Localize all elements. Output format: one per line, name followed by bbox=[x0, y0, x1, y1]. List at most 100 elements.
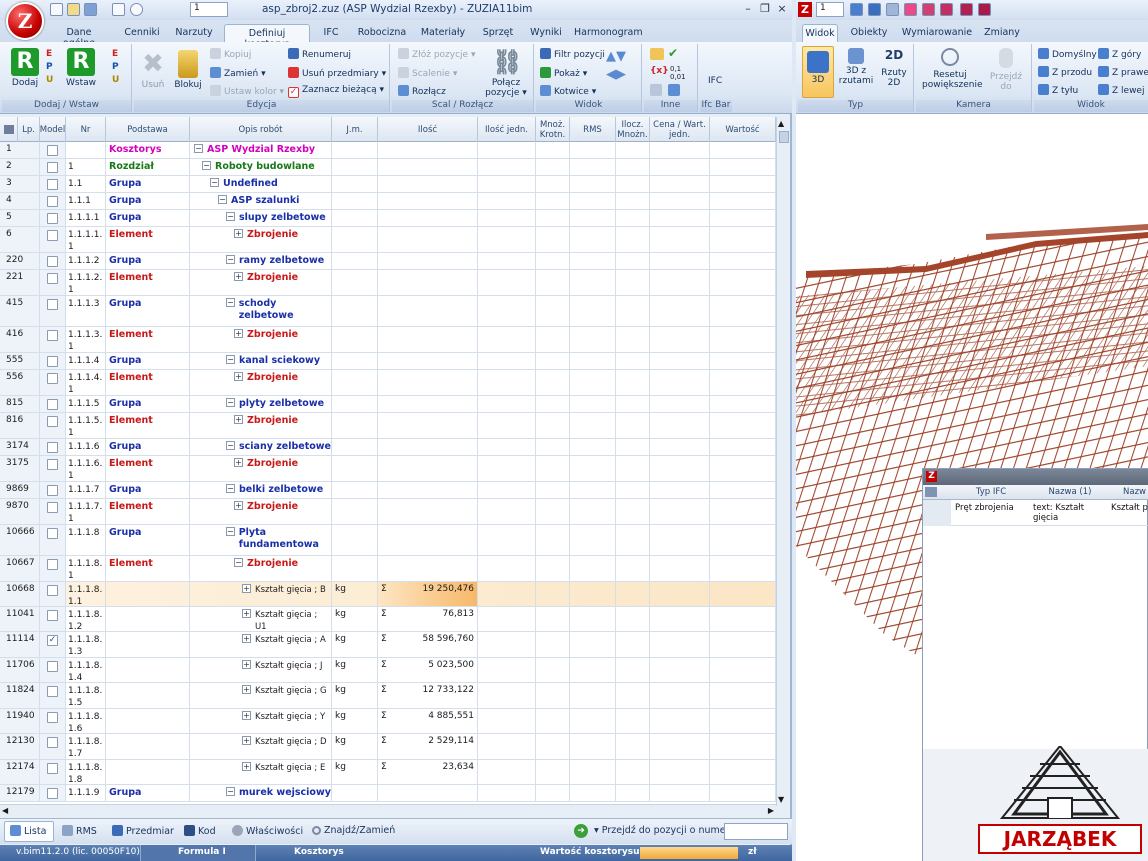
expand-icon[interactable]: − bbox=[226, 298, 235, 307]
table-row[interactable]: 220 1.1.1.2 Grupa − ramy zelbetowe bbox=[0, 253, 776, 270]
close-icon[interactable]: × bbox=[774, 2, 790, 17]
model-checkbox[interactable] bbox=[47, 502, 58, 513]
column-header-2[interactable]: Nr bbox=[66, 117, 106, 142]
tab-1[interactable]: Cenniki bbox=[122, 24, 162, 42]
vertical-scrollbar[interactable]: ▲ ▼ bbox=[776, 117, 790, 806]
dodaj-button[interactable]: R Dodaj bbox=[10, 48, 40, 88]
expand-icon[interactable]: + bbox=[234, 272, 243, 281]
undo-icon[interactable] bbox=[130, 3, 143, 16]
table-row[interactable]: 221 1.1.1.2.1 Element + Zbrojenie bbox=[0, 270, 776, 296]
grid-menu-icon[interactable] bbox=[925, 487, 937, 497]
expand-icon[interactable]: − bbox=[226, 255, 235, 264]
column-header-3[interactable]: Podstawa bbox=[106, 117, 190, 142]
table-row[interactable]: 11041 1.1.1.8.1.2 + Kształt gięcia ; U1 kg Σ 7… bbox=[0, 607, 776, 632]
expand-icon[interactable]: − bbox=[226, 484, 235, 493]
minimize-icon[interactable]: – bbox=[740, 2, 756, 17]
go-icon[interactable]: ➜ bbox=[574, 824, 588, 838]
view-front[interactable]: Z przodu bbox=[1038, 66, 1092, 78]
viewer-logo[interactable]: Z bbox=[798, 2, 812, 17]
table-row[interactable]: 10666 1.1.1.8 Grupa − Plyta fundamentowa bbox=[0, 525, 776, 556]
table-row[interactable]: 11706 1.1.1.8.1.4 + Kształt gięcia ; J kg Σ 5 … bbox=[0, 658, 776, 683]
model-checkbox[interactable] bbox=[47, 459, 58, 470]
expand-icon[interactable]: + bbox=[242, 685, 251, 694]
tab-0[interactable]: Dane ogólne bbox=[52, 24, 106, 49]
nav-arrows-icon[interactable]: ▲▼ ◀▶ bbox=[606, 48, 626, 84]
table-row[interactable]: 816 1.1.1.5.1 Element + Zbrojenie bbox=[0, 413, 776, 439]
scroll-left-icon[interactable]: ◀ bbox=[2, 806, 8, 815]
expand-icon[interactable]: + bbox=[234, 329, 243, 338]
wire-icon[interactable] bbox=[886, 3, 899, 16]
view-back[interactable]: Z tyłu bbox=[1038, 84, 1078, 96]
model-checkbox[interactable] bbox=[47, 373, 58, 384]
grid-menu-icon[interactable] bbox=[0, 117, 18, 142]
table-row[interactable]: 556 1.1.1.4.1 Element + Zbrojenie bbox=[0, 370, 776, 396]
expand-icon[interactable]: + bbox=[242, 762, 251, 771]
view-top[interactable]: Z góry bbox=[1098, 48, 1141, 60]
expand-icon[interactable]: + bbox=[234, 501, 243, 510]
zloz-pozycje-button[interactable]: Złóż pozycje ▾ bbox=[398, 48, 475, 60]
column-header-12[interactable]: Wartość bbox=[710, 117, 776, 142]
cube-icon[interactable] bbox=[850, 3, 863, 16]
table-row[interactable]: 11114 ✓ 1.1.1.8.1.3 + Kształt gięcia ; A kg Σ 5… bbox=[0, 632, 776, 658]
viewer-number-field[interactable]: 1 bbox=[816, 2, 844, 17]
kod-tab[interactable]: Kod bbox=[184, 825, 216, 837]
kopiuj-button[interactable]: Kopiuj bbox=[210, 48, 251, 60]
model-checkbox[interactable] bbox=[47, 416, 58, 427]
expand-icon[interactable]: + bbox=[234, 229, 243, 238]
expand-icon[interactable]: + bbox=[234, 458, 243, 467]
folder-icon[interactable] bbox=[650, 48, 664, 60]
expand-icon[interactable]: + bbox=[242, 584, 251, 593]
model-checkbox[interactable] bbox=[47, 356, 58, 367]
model-checkbox[interactable] bbox=[47, 585, 58, 596]
column-header-7[interactable]: Ilość jedn. bbox=[478, 117, 536, 142]
column-header-9[interactable]: RMS bbox=[570, 117, 616, 142]
model-checkbox[interactable] bbox=[47, 399, 58, 410]
tool-icon[interactable] bbox=[960, 3, 973, 16]
expand-icon[interactable]: + bbox=[242, 736, 251, 745]
view-right[interactable]: Z prawej bbox=[1098, 66, 1148, 78]
column-header-8[interactable]: Mnoż. Krotn. bbox=[536, 117, 570, 142]
table-row[interactable]: 6 1.1.1.1.1 Element + Zbrojenie bbox=[0, 227, 776, 253]
model-checkbox[interactable] bbox=[47, 145, 58, 156]
tab-2[interactable]: Narzuty bbox=[172, 24, 216, 42]
ifc-button[interactable]: IFC bbox=[708, 76, 722, 86]
table-row[interactable]: 5 1.1.1.1 Grupa − slupy zelbetowe bbox=[0, 210, 776, 227]
expand-icon[interactable]: − bbox=[226, 527, 235, 536]
przejdz-button[interactable]: Przejdź do bbox=[986, 48, 1026, 92]
tab-5[interactable]: Robocizna bbox=[356, 24, 408, 42]
expand-icon[interactable]: + bbox=[234, 372, 243, 381]
expand-icon[interactable]: − bbox=[226, 398, 235, 407]
add-type-icons[interactable]: EPU bbox=[46, 48, 56, 90]
expand-icon[interactable]: − bbox=[202, 161, 211, 170]
table-row[interactable]: 9870 1.1.1.7.1 Element + Zbrojenie bbox=[0, 499, 776, 525]
model-checkbox[interactable] bbox=[47, 528, 58, 539]
model-checkbox[interactable] bbox=[47, 162, 58, 173]
tab-3[interactable]: Definiuj kosztorys bbox=[224, 24, 310, 50]
viewer-tab-3[interactable]: Zmiany bbox=[982, 24, 1022, 42]
model-checkbox[interactable] bbox=[47, 213, 58, 224]
tab-4[interactable]: IFC bbox=[318, 24, 344, 42]
pink-cube-icon[interactable] bbox=[904, 3, 917, 16]
3d-button[interactable]: 3D bbox=[802, 46, 834, 98]
resetuj-button[interactable]: Resetuj powiększenie bbox=[922, 48, 983, 90]
clip-icon[interactable] bbox=[940, 3, 953, 16]
wstaw-button[interactable]: R Wstaw bbox=[64, 48, 98, 88]
tab-7[interactable]: Sprzęt bbox=[478, 24, 518, 42]
znajdz-tab[interactable]: Znajdź/Zamień bbox=[312, 825, 395, 836]
table-row[interactable]: 12174 1.1.1.8.1.8 + Kształt gięcia ; E kg Σ 23… bbox=[0, 760, 776, 785]
model-checkbox[interactable] bbox=[47, 196, 58, 207]
column-header-11[interactable]: Cena / Wart. jedn. bbox=[650, 117, 710, 142]
horizontal-scrollbar[interactable]: ◀ ▶ bbox=[0, 804, 776, 818]
model-checkbox[interactable] bbox=[47, 788, 58, 799]
col-nazwa-2[interactable]: Nazw bbox=[1123, 487, 1146, 497]
insert-type-icons[interactable]: EPU bbox=[112, 48, 122, 90]
usun-button[interactable]: ✖ Usuń bbox=[138, 50, 168, 90]
expand-icon[interactable]: + bbox=[234, 415, 243, 424]
view-default[interactable]: Domyślny bbox=[1038, 48, 1097, 60]
table-row[interactable]: 11824 1.1.1.8.1.5 + Kształt gięcia ; G kg Σ 12… bbox=[0, 683, 776, 709]
model-checkbox[interactable] bbox=[47, 256, 58, 267]
usun-przedmiary-button[interactable]: Usuń przedmiary ▾ bbox=[288, 67, 386, 79]
model-checkbox[interactable] bbox=[47, 230, 58, 241]
pokaz-button[interactable]: Pokaż ▾ bbox=[540, 67, 587, 79]
table-row[interactable]: 415 1.1.1.3 Grupa − schody zelbetowe bbox=[0, 296, 776, 327]
